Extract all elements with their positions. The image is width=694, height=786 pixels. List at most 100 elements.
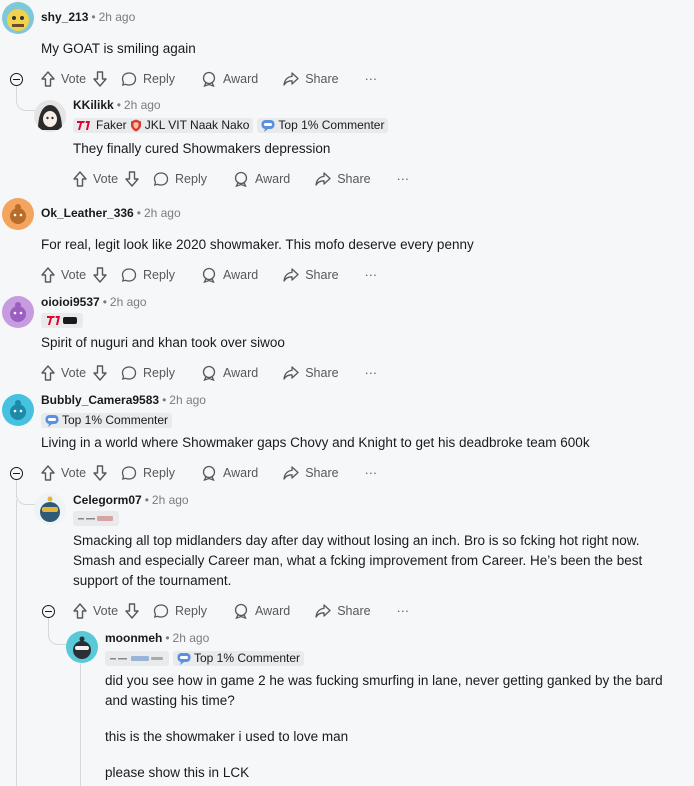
downvote-icon xyxy=(93,71,107,87)
share-button[interactable]: Share xyxy=(283,71,339,87)
comment-actions: Vote Reply Award Share ··· xyxy=(41,263,377,287)
comment-text-line: support of the tournament. xyxy=(73,573,232,588)
username[interactable]: Ok_Leather_336 xyxy=(41,206,134,220)
timestamp: 2h ago xyxy=(109,295,147,309)
award-button[interactable]: Award xyxy=(201,365,258,381)
thread-elbow xyxy=(48,618,67,645)
upvote-button[interactable]: Vote xyxy=(73,603,118,619)
username[interactable]: oioioi9537 xyxy=(41,295,100,309)
avatar[interactable] xyxy=(2,198,34,230)
share-button[interactable]: Share xyxy=(283,267,339,283)
award-icon xyxy=(202,465,216,481)
collapse-thread-button[interactable] xyxy=(10,467,23,480)
reply-button[interactable]: Reply xyxy=(121,71,175,87)
username[interactable]: Celegorm07 xyxy=(73,493,142,507)
reply-label: Reply xyxy=(175,172,207,186)
share-icon xyxy=(283,268,299,282)
downvote-button[interactable] xyxy=(125,603,139,619)
timestamp: 2h ago xyxy=(98,10,136,24)
comment-meta: moonmeh • 2h ago xyxy=(105,631,210,645)
reply-button[interactable]: Reply xyxy=(153,171,207,187)
username[interactable]: moonmeh xyxy=(105,631,162,645)
avatar[interactable] xyxy=(2,2,34,34)
reply-button[interactable]: Reply xyxy=(153,603,207,619)
downvote-icon xyxy=(125,603,139,619)
comment-meta: Bubbly_Camera9583 • 2h ago xyxy=(41,393,206,407)
shield-icon xyxy=(130,119,141,131)
award-button[interactable]: Award xyxy=(233,171,290,187)
downvote-button[interactable] xyxy=(93,465,107,481)
user-flairs xyxy=(41,312,83,328)
comment-text-line: and wasting his time? xyxy=(105,693,235,708)
reply-button[interactable]: Reply xyxy=(121,465,175,481)
award-label: Award xyxy=(223,366,259,380)
downvote-button[interactable] xyxy=(93,267,107,283)
comment-text-line: did you see how in game 2 he was fucking… xyxy=(105,673,663,688)
downvote-icon xyxy=(93,365,107,381)
upvote-button[interactable]: Vote xyxy=(41,71,86,87)
team-flair xyxy=(73,510,119,526)
upvote-icon xyxy=(41,71,55,87)
collapse-thread-button[interactable] xyxy=(10,73,23,86)
upvote-button[interactable]: Vote xyxy=(41,365,86,381)
downvote-button[interactable] xyxy=(125,171,139,187)
comment-actions: Vote Reply Award Share ··· xyxy=(73,599,409,623)
avatar[interactable] xyxy=(34,100,66,132)
thread-line xyxy=(16,500,17,786)
share-button[interactable]: Share xyxy=(283,365,339,381)
avatar[interactable] xyxy=(2,394,34,426)
more-options-button[interactable]: ··· xyxy=(397,604,410,618)
share-button[interactable]: Share xyxy=(315,603,371,619)
more-options-button[interactable]: ··· xyxy=(365,466,378,480)
award-label: Award xyxy=(223,72,259,86)
t1-logo-icon xyxy=(77,120,90,130)
upvote-icon xyxy=(73,171,87,187)
more-options-button[interactable]: ··· xyxy=(365,366,378,380)
username[interactable]: KKilikk xyxy=(73,98,114,112)
avatar[interactable] xyxy=(66,631,98,663)
comment-text: Living in a world where Showmaker gaps C… xyxy=(41,435,590,450)
more-options-button[interactable]: ··· xyxy=(397,172,410,186)
share-button[interactable]: Share xyxy=(283,465,339,481)
comment-meta: shy_213 • 2h ago xyxy=(41,10,136,24)
username[interactable]: shy_213 xyxy=(41,10,88,24)
reply-icon xyxy=(153,604,169,618)
award-label: Award xyxy=(255,604,291,618)
timestamp: 2h ago xyxy=(143,206,181,220)
award-button[interactable]: Award xyxy=(233,603,290,619)
award-button[interactable]: Award xyxy=(201,71,258,87)
vote-label: Vote xyxy=(61,268,87,282)
user-flairs xyxy=(73,510,119,526)
reply-button[interactable]: Reply xyxy=(121,267,175,283)
timestamp: 2h ago xyxy=(123,98,161,112)
downvote-icon xyxy=(93,465,107,481)
collapse-thread-button[interactable] xyxy=(42,605,55,618)
downvote-button[interactable] xyxy=(93,365,107,381)
award-button[interactable]: Award xyxy=(201,465,258,481)
award-icon xyxy=(202,267,216,283)
vote-label: Vote xyxy=(61,366,87,380)
comment-text-line: this is the showmaker i used to love man xyxy=(105,729,349,744)
vote-label: Vote xyxy=(61,72,87,86)
share-button[interactable]: Share xyxy=(315,171,371,187)
avatar[interactable] xyxy=(34,493,66,525)
avatar[interactable] xyxy=(2,296,34,328)
more-options-button[interactable]: ··· xyxy=(365,72,378,86)
reply-label: Reply xyxy=(143,268,175,282)
t1-logo-icon xyxy=(47,315,77,325)
share-label: Share xyxy=(337,172,371,186)
downvote-button[interactable] xyxy=(93,71,107,87)
upvote-button[interactable]: Vote xyxy=(41,465,86,481)
username[interactable]: Bubbly_Camera9583 xyxy=(41,393,159,407)
more-options-button[interactable]: ··· xyxy=(365,268,378,282)
comment-text-line: Smash and especially Career man, what a … xyxy=(73,553,643,568)
reply-button[interactable]: Reply xyxy=(121,365,175,381)
upvote-button[interactable]: Vote xyxy=(41,267,86,283)
comment-text-line: Smacking all top midlanders day after da… xyxy=(73,533,640,548)
timestamp: 2h ago xyxy=(169,393,206,407)
award-button[interactable]: Award xyxy=(201,267,258,283)
upvote-button[interactable]: Vote xyxy=(73,171,118,187)
reply-label: Reply xyxy=(143,72,175,86)
comment-actions: Vote Reply Award Share ··· xyxy=(73,167,409,191)
top-commenter-badge: Top 1% Commenter xyxy=(257,117,389,133)
